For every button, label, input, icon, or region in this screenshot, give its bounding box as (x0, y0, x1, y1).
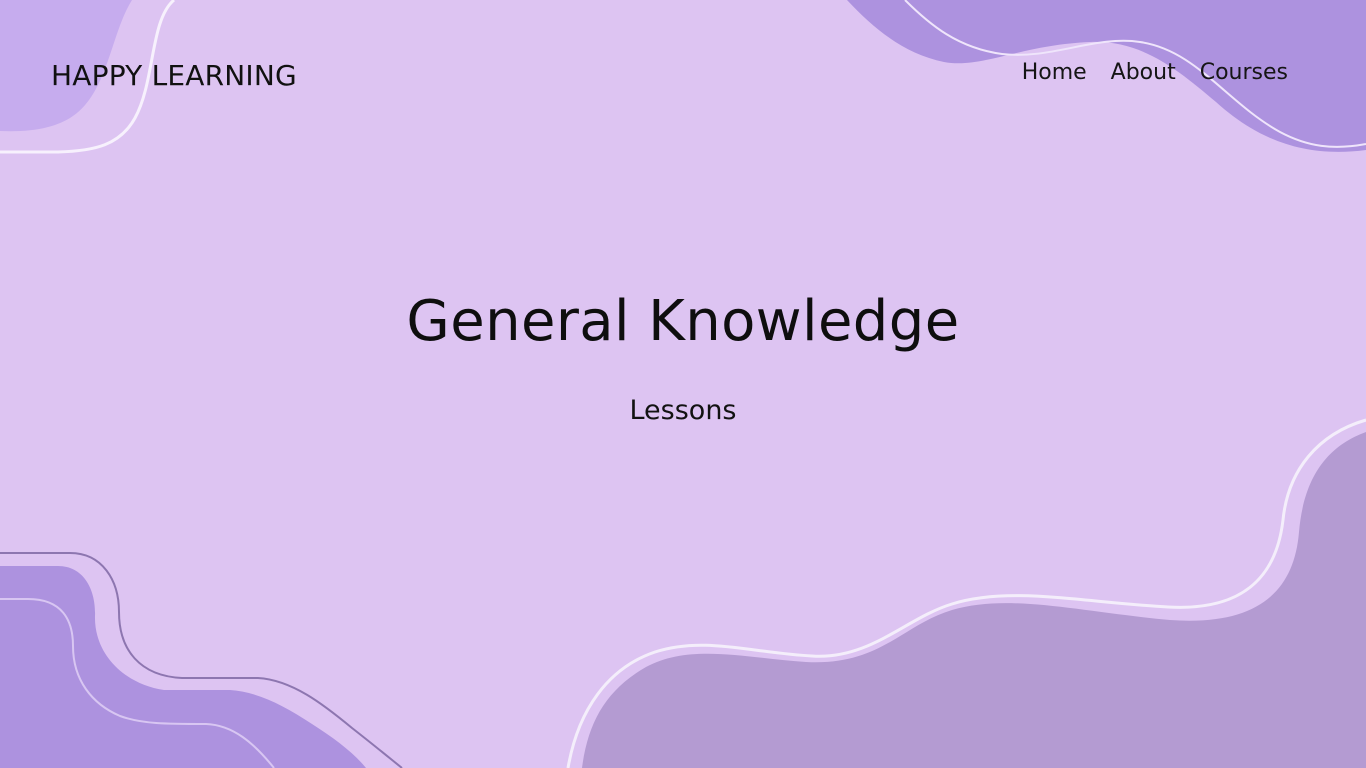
nav-link-home[interactable]: Home (1022, 59, 1087, 87)
page-title: General Knowledge (406, 289, 960, 354)
nav-link-about[interactable]: About (1111, 59, 1176, 87)
bottom-left-blob (0, 566, 366, 768)
site-header: HAPPY LEARNING Home About Courses (0, 0, 1366, 150)
nav-link-courses[interactable]: Courses (1200, 59, 1288, 87)
page-subtitle: Lessons (629, 395, 737, 426)
brand-logo-text[interactable]: HAPPY LEARNING (51, 58, 297, 94)
hero-section: General Knowledge Lessons (0, 286, 1366, 428)
main-navigation: Home About Courses (1022, 59, 1288, 87)
